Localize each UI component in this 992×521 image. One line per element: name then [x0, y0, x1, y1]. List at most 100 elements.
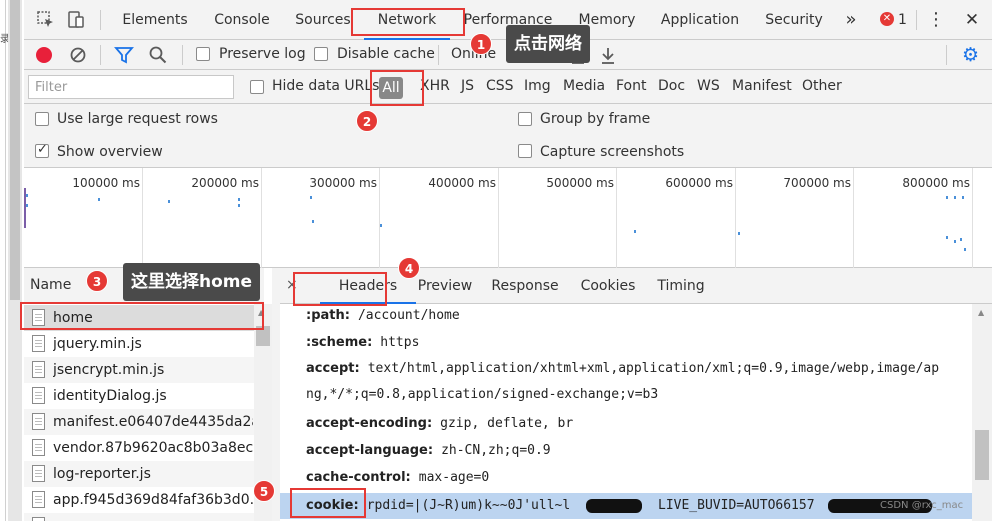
toolbar-divider	[946, 45, 947, 65]
device-toolbar-icon[interactable]	[66, 10, 86, 30]
filter-type-media[interactable]: Media	[563, 78, 605, 94]
filter-bar: Hide data URLs All XHR JS CSS Img Media …	[24, 70, 992, 104]
overview-gridline	[853, 168, 854, 268]
disable-cache-checkbox[interactable]	[314, 47, 328, 61]
record-button[interactable]	[36, 47, 52, 63]
preserve-log-label: Preserve log	[219, 46, 306, 62]
headers-panel: :path: /account/home :scheme: https accept…	[280, 304, 972, 521]
redaction-mark	[586, 499, 642, 513]
overview-tick-label: 500000 ms	[546, 176, 614, 190]
request-row[interactable]: log-reporter.js	[24, 461, 254, 487]
headers-scrollbar-thumb[interactable]	[975, 430, 989, 480]
header-row-scheme: :scheme: https	[306, 335, 419, 350]
overview-tick-label: 400000 ms	[428, 176, 496, 190]
toolbar-divider	[100, 45, 101, 65]
hide-data-urls-label: Hide data URLs	[272, 78, 380, 94]
show-overview-checkbox[interactable]	[35, 142, 49, 158]
more-tabs-button[interactable]: »	[838, 0, 864, 40]
filter-type-js[interactable]: JS	[461, 78, 474, 94]
filter-type-font[interactable]: Font	[616, 78, 646, 94]
inspect-element-icon[interactable]	[36, 10, 56, 30]
header-value: text/html,application/xhtml+xml,applicat…	[306, 361, 940, 402]
page-scrollbar-thumb[interactable]	[10, 0, 20, 300]
annotation-box-cookie	[290, 488, 366, 518]
cookie-text-continued: LIVE_BUVID=AUTO66157	[658, 498, 815, 513]
header-name: accept:	[306, 361, 360, 376]
annotation-number: 2	[356, 110, 378, 132]
overview-request-mark	[238, 204, 240, 207]
close-devtools-button[interactable]: ✕	[960, 0, 984, 40]
request-row[interactable]: vendor.87b9620ac8b03a8ec24	[24, 435, 254, 461]
headers-scrollbar[interactable]: ▲	[972, 304, 992, 521]
scroll-up-arrow-icon[interactable]: ▲	[978, 308, 984, 317]
overview-dom-content-marker	[24, 188, 26, 228]
filter-type-ws[interactable]: WS	[697, 78, 720, 94]
request-name: jsencrypt.min.js	[53, 362, 165, 378]
file-icon	[32, 491, 45, 508]
tab-response[interactable]: Response	[486, 268, 564, 304]
page-scrollbar[interactable]	[8, 0, 22, 521]
filter-type-manifest[interactable]: Manifest	[732, 78, 792, 94]
tab-sources[interactable]: Sources	[290, 0, 356, 40]
filter-type-img[interactable]: Img	[524, 78, 551, 94]
filter-type-doc[interactable]: Doc	[658, 78, 685, 94]
preserve-log-checkbox[interactable]	[196, 47, 210, 61]
overview-gridline	[498, 168, 499, 268]
header-name: accept-encoding:	[306, 416, 433, 431]
search-icon[interactable]	[148, 45, 168, 65]
export-har-icon[interactable]	[598, 45, 618, 65]
customize-menu-button[interactable]: ⋮	[924, 0, 948, 40]
overview-request-mark	[962, 196, 964, 199]
request-row[interactable]: jquery.min.js	[24, 331, 254, 357]
group-by-frame-checkbox[interactable]	[518, 112, 532, 126]
request-row[interactable]: identityDialog.js	[24, 383, 254, 409]
overview-request-mark	[954, 196, 956, 199]
tabbar-divider	[916, 10, 917, 30]
tab-application[interactable]: Application	[654, 0, 746, 40]
filter-type-xhr[interactable]: XHR	[420, 78, 450, 94]
overview-request-mark	[238, 198, 240, 201]
filter-input[interactable]	[28, 75, 234, 99]
overview-tick-label: 300000 ms	[309, 176, 377, 190]
file-icon	[32, 361, 45, 378]
error-icon[interactable]: ✕	[880, 12, 894, 26]
file-icon	[32, 413, 45, 430]
overview-gridline	[379, 168, 380, 268]
large-rows-checkbox[interactable]	[35, 112, 49, 126]
header-row-accept-encoding: accept-encoding: gzip, deflate, br	[306, 416, 573, 431]
filter-type-css[interactable]: CSS	[486, 78, 514, 94]
pane-splitter[interactable]	[272, 268, 280, 521]
annotation-tooltip: 这里选择home	[123, 263, 261, 301]
request-list: home jquery.min.js jsencrypt.min.js identit…	[24, 304, 272, 521]
request-row[interactable]: app.f945d369d84faf36b3d0.js	[24, 487, 254, 513]
filter-type-other[interactable]: Other	[802, 78, 842, 94]
settings-gear-icon[interactable]: ⚙	[962, 45, 979, 65]
overview-request-mark	[312, 220, 314, 223]
tab-timing[interactable]: Timing	[652, 268, 710, 304]
error-count[interactable]: 1	[898, 0, 907, 40]
request-row[interactable]: jsencrypt.min.js	[24, 357, 254, 383]
file-icon	[32, 517, 45, 521]
capture-screenshots-checkbox[interactable]	[518, 144, 532, 158]
page-edge: 录	[0, 0, 10, 521]
overview-tick-label: 200000 ms	[191, 176, 259, 190]
overview-tick-label: 700000 ms	[783, 176, 851, 190]
hide-data-urls-checkbox[interactable]	[250, 80, 264, 94]
group-by-frame-label: Group by frame	[540, 111, 651, 127]
tab-cookies[interactable]: Cookies	[574, 268, 642, 304]
toolbar-divider	[182, 45, 183, 65]
request-row[interactable]: manifest.e06407de4435da2a6	[24, 409, 254, 435]
timeline-overview[interactable]: 100000 ms 200000 ms 300000 ms 400000 ms 5000…	[24, 168, 992, 268]
tab-console[interactable]: Console	[206, 0, 278, 40]
header-row-cookie: cookie: rpdid=|(J~R)um)k~~0J'ull~l LIVE_B…	[280, 493, 972, 519]
tab-elements[interactable]: Elements	[116, 0, 194, 40]
header-value: rpdid=|(J~R)um)k~~0J'ull~l	[366, 498, 571, 513]
tab-security[interactable]: Security	[762, 0, 826, 40]
clear-icon[interactable]	[68, 45, 88, 65]
file-icon	[32, 387, 45, 404]
filter-funnel-icon[interactable]	[114, 45, 134, 65]
overview-gridline	[616, 168, 617, 268]
tab-preview[interactable]: Preview	[416, 268, 474, 304]
header-value: https	[380, 335, 420, 350]
request-row[interactable]: ~~	[24, 513, 254, 521]
